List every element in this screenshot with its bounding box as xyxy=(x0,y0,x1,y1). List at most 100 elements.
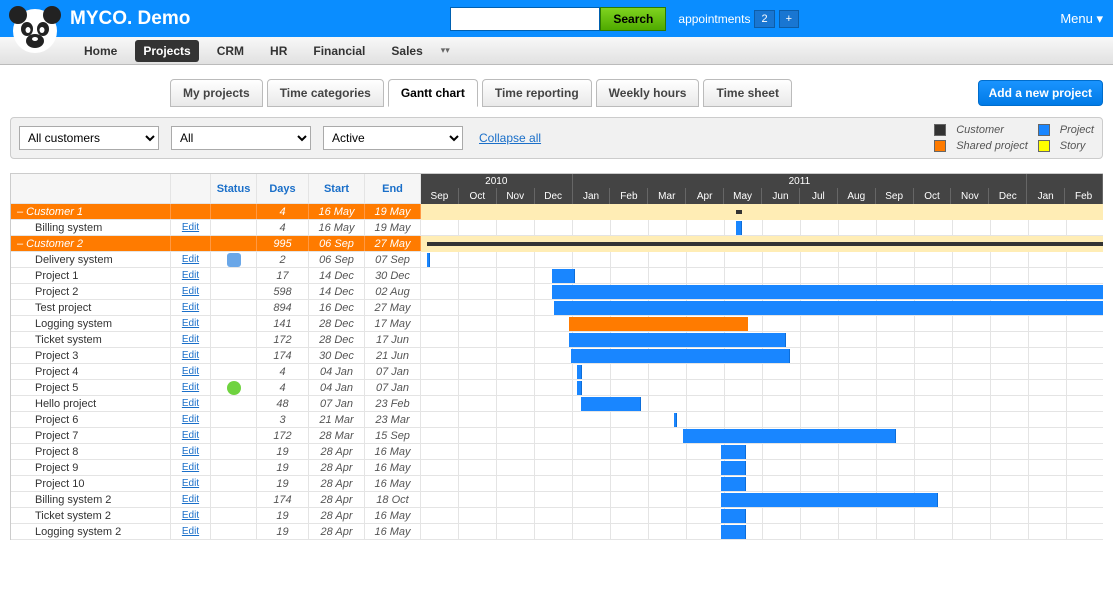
tab-time-categories[interactable]: Time categories xyxy=(267,79,384,107)
project-row[interactable]: Logging systemEdit14128 Dec17 May xyxy=(11,316,421,332)
project-row[interactable]: Ticket systemEdit17228 Dec17 Jun xyxy=(11,332,421,348)
search-button[interactable]: Search xyxy=(600,7,666,31)
edit-link[interactable]: Edit xyxy=(182,414,199,425)
project-row[interactable]: Project 2Edit59814 Dec02 Aug xyxy=(11,284,421,300)
gantt-bar[interactable] xyxy=(552,285,1103,299)
gantt-bar[interactable] xyxy=(552,269,575,283)
project-row[interactable]: Billing system 2Edit17428 Apr18 Oct xyxy=(11,492,421,508)
gantt-bar[interactable] xyxy=(736,221,742,235)
project-row[interactable]: Project 6Edit321 Mar23 Mar xyxy=(11,412,421,428)
project-row[interactable]: Billing systemEdit416 May19 May xyxy=(11,220,421,236)
edit-link[interactable]: Edit xyxy=(182,510,199,521)
gantt-bar[interactable] xyxy=(569,317,748,331)
gantt-bar[interactable] xyxy=(577,381,583,395)
col-start[interactable]: Start xyxy=(309,174,365,203)
edit-link[interactable]: Edit xyxy=(182,302,199,313)
gantt-bar[interactable] xyxy=(427,253,431,267)
project-row[interactable]: Test projectEdit89416 Dec27 May xyxy=(11,300,421,316)
project-row[interactable]: Hello projectEdit4807 Jan23 Feb xyxy=(11,396,421,412)
edit-link[interactable]: Edit xyxy=(182,478,199,489)
edit-link[interactable]: Edit xyxy=(182,446,199,457)
project-row[interactable]: Ticket system 2Edit1928 Apr16 May xyxy=(11,508,421,524)
add-project-button[interactable]: Add a new project xyxy=(978,80,1103,106)
project-row[interactable]: Project 5Edit404 Jan07 Jan xyxy=(11,380,421,396)
gantt-row xyxy=(421,316,1103,332)
gantt-bar[interactable] xyxy=(721,525,746,539)
appointments-add[interactable]: + xyxy=(779,10,799,28)
project-row[interactable]: Delivery systemEdit206 Sep07 Sep xyxy=(11,252,421,268)
gantt-bar[interactable] xyxy=(736,210,742,214)
edit-link[interactable]: Edit xyxy=(182,398,199,409)
menu-dropdown[interactable]: Menu ▾ xyxy=(1060,11,1103,27)
gantt-bar[interactable] xyxy=(721,445,746,459)
gantt-bar[interactable] xyxy=(683,429,896,443)
edit-link[interactable]: Edit xyxy=(182,222,199,233)
nav-home[interactable]: Home xyxy=(76,40,125,62)
gantt-bar[interactable] xyxy=(569,333,786,347)
nav-more-icon[interactable]: ▾▾ xyxy=(441,45,450,56)
check-icon xyxy=(227,381,241,395)
status-filter[interactable]: Active xyxy=(323,126,463,150)
edit-link[interactable]: Edit xyxy=(182,462,199,473)
edit-link[interactable]: Edit xyxy=(182,430,199,441)
secondary-filter[interactable]: All xyxy=(171,126,311,150)
tab-my-projects[interactable]: My projects xyxy=(170,79,263,107)
month-cell: Jan xyxy=(1027,188,1065,204)
col-days[interactable]: Days xyxy=(257,174,309,203)
month-cell: Feb xyxy=(1065,188,1103,204)
nav-projects[interactable]: Projects xyxy=(135,40,198,62)
edit-link[interactable]: Edit xyxy=(182,382,199,393)
nav-financial[interactable]: Financial xyxy=(305,40,373,62)
appointments-count[interactable]: 2 xyxy=(754,10,774,28)
project-row[interactable]: Project 3Edit17430 Dec21 Jun xyxy=(11,348,421,364)
main-nav: Home Projects CRM HR Financial Sales ▾▾ xyxy=(0,37,1113,65)
col-end[interactable]: End xyxy=(365,174,421,203)
gantt-bar[interactable] xyxy=(554,301,1103,315)
edit-link[interactable]: Edit xyxy=(182,318,199,329)
customer-row[interactable]: – Customer 1416 May19 May xyxy=(11,204,421,220)
project-row[interactable]: Project 7Edit17228 Mar15 Sep xyxy=(11,428,421,444)
project-row[interactable]: Logging system 2Edit1928 Apr16 May xyxy=(11,524,421,540)
month-cell: May xyxy=(724,188,762,204)
gantt-bar[interactable] xyxy=(721,509,746,523)
tab-gantt-chart[interactable]: Gantt chart xyxy=(388,79,478,107)
nav-crm[interactable]: CRM xyxy=(209,40,252,62)
gantt-bar[interactable] xyxy=(674,413,678,427)
project-row[interactable]: Project 4Edit404 Jan07 Jan xyxy=(11,364,421,380)
edit-link[interactable]: Edit xyxy=(182,334,199,345)
edit-link[interactable]: Edit xyxy=(182,286,199,297)
gantt-bar[interactable] xyxy=(577,365,583,379)
col-status[interactable]: Status xyxy=(211,174,257,203)
gantt-bar[interactable] xyxy=(721,477,746,491)
edit-link[interactable]: Edit xyxy=(182,254,199,265)
customer-row[interactable]: – Customer 299506 Sep27 May xyxy=(11,236,421,252)
edit-link[interactable]: Edit xyxy=(182,366,199,377)
edit-link[interactable]: Edit xyxy=(182,494,199,505)
filters-bar: All customers All Active Collapse all Cu… xyxy=(10,117,1103,159)
app-logo xyxy=(5,3,65,63)
nav-sales[interactable]: Sales xyxy=(383,40,430,62)
project-row[interactable]: Project 8Edit1928 Apr16 May xyxy=(11,444,421,460)
project-row[interactable]: Project 10Edit1928 Apr16 May xyxy=(11,476,421,492)
nav-hr[interactable]: HR xyxy=(262,40,295,62)
gantt-bar[interactable] xyxy=(427,242,1103,246)
collapse-all-link[interactable]: Collapse all xyxy=(479,131,541,145)
customers-filter[interactable]: All customers xyxy=(19,126,159,150)
tab-time-sheet[interactable]: Time sheet xyxy=(703,79,791,107)
search-input[interactable] xyxy=(450,7,600,31)
edit-link[interactable]: Edit xyxy=(182,270,199,281)
gantt-bar[interactable] xyxy=(721,461,746,475)
gantt-bar[interactable] xyxy=(721,493,938,507)
gantt-bar[interactable] xyxy=(581,397,642,411)
lock-icon xyxy=(227,253,241,267)
project-row[interactable]: Project 1Edit1714 Dec30 Dec xyxy=(11,268,421,284)
tab-time-reporting[interactable]: Time reporting xyxy=(482,79,592,107)
appointments-link[interactable]: appointments xyxy=(678,12,750,26)
gantt-bar[interactable] xyxy=(571,349,790,363)
edit-link[interactable]: Edit xyxy=(182,350,199,361)
row-name: Logging system xyxy=(11,316,171,331)
project-row[interactable]: Project 9Edit1928 Apr16 May xyxy=(11,460,421,476)
gantt-row xyxy=(421,268,1103,284)
edit-link[interactable]: Edit xyxy=(182,526,199,537)
tab-weekly-hours[interactable]: Weekly hours xyxy=(596,79,700,107)
